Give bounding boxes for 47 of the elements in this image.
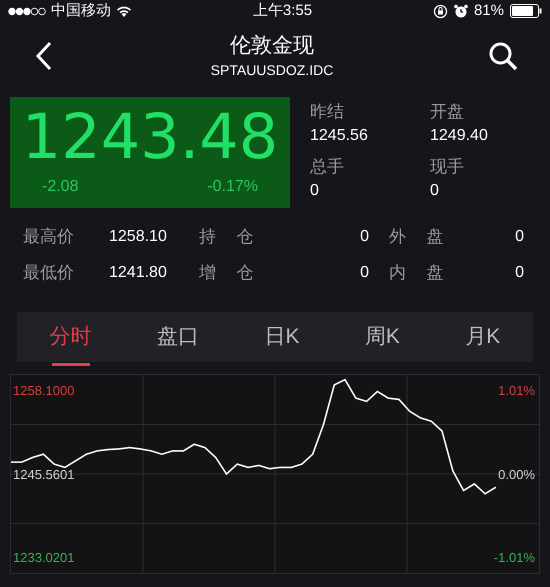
stat-value: 1241.80	[109, 263, 168, 283]
price-axis-label: 1233.0201	[13, 550, 74, 566]
stat-label: 最低价	[23, 262, 75, 284]
price-axis-label: 1258.1000	[13, 383, 74, 399]
alarm-clock-icon	[454, 4, 468, 18]
chart-tab[interactable]: 周K	[358, 317, 406, 357]
battery-icon	[510, 4, 542, 18]
current-price: 1243.48	[22, 99, 278, 175]
summary-value: 1245.56	[310, 126, 369, 146]
search-icon	[488, 41, 518, 71]
chart-tab[interactable]: 分时	[44, 317, 98, 357]
stat-label: 持仓	[199, 226, 275, 248]
summary-label: 总手	[310, 156, 345, 178]
summary-value: 1249.40	[430, 126, 489, 146]
percent-axis-label: 1.01%	[498, 383, 535, 399]
percent-axis-label: -1.01%	[494, 550, 535, 566]
chart-tab[interactable]: 日K	[258, 317, 306, 357]
stat-label: 增仓	[199, 262, 275, 284]
stat-label: 内盘	[389, 262, 465, 284]
summary-value: 0	[310, 180, 320, 200]
back-icon	[35, 41, 53, 71]
wifi-icon	[116, 5, 132, 17]
change-percent: -0.17%	[207, 177, 258, 197]
summary-label: 现手	[430, 156, 465, 178]
rotation-lock-icon	[432, 4, 448, 18]
chart-tab[interactable]: 盘口	[151, 317, 206, 357]
signal-icon	[8, 6, 46, 16]
stat-label: 最高价	[23, 226, 75, 248]
stat-value: 0	[514, 263, 524, 283]
stat-value: 0	[359, 263, 369, 283]
stat-label: 外盘	[389, 226, 465, 248]
page-title: 伦敦金现	[230, 33, 314, 59]
tab-underline	[52, 363, 90, 366]
battery-percentage: 81%	[474, 0, 504, 21]
stat-value: 1258.10	[109, 227, 168, 247]
price-axis-label: 1245.5601	[13, 466, 74, 483]
percent-axis-label: 0.00%	[498, 466, 535, 483]
stat-value: 0	[514, 227, 524, 247]
clock-time: 上午3:55	[252, 0, 312, 21]
summary-value: 0	[430, 180, 440, 200]
chart-tab[interactable]: 月K	[459, 317, 506, 357]
symbol-code: SPTAUUSDOZ.IDC	[210, 61, 334, 80]
price-change: -2.08	[42, 177, 78, 197]
summary-label: 开盘	[430, 101, 465, 123]
summary-label: 昨结	[310, 101, 345, 123]
carrier-name: 中国移动	[51, 0, 111, 21]
stat-value: 0	[359, 227, 369, 247]
